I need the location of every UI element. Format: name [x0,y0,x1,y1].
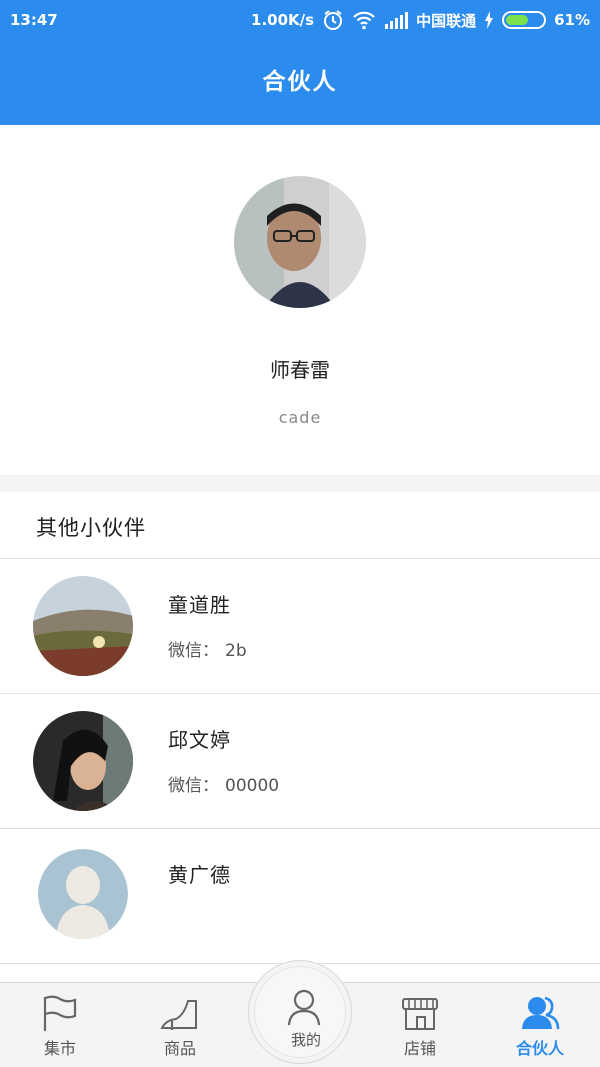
partner-avatar [33,711,133,811]
tab-goods[interactable]: 商品 [120,983,240,1067]
partner-avatar [33,576,133,676]
partner-row[interactable]: 黄广德 [0,829,600,964]
section-title: 其他小伙伴 [36,516,146,540]
partner-avatar [38,849,128,939]
my-profile-card: 师春雷 cade [0,125,600,475]
wechat-label: 微信： [168,641,219,661]
carrier-name: 中国联通 [416,11,477,30]
partner-row[interactable]: 邱文婷 微信： 00000 [0,694,600,829]
partner-wechat: 微信： 00000 [168,771,279,796]
status-time: 13:47 [10,11,58,29]
profile-avatar[interactable] [234,176,366,308]
wechat-value: 00000 [225,776,280,796]
partners-list: 其他小伙伴 童道胜 微信： 2b 邱文婷 微信： 00000 黄广德 [0,492,600,982]
partner-name: 邱文婷 [168,728,231,752]
tab-store[interactable]: 店铺 [360,983,480,1067]
status-bar: 13:47 1.00K/s 中国联通 61% [0,0,600,40]
partner-row[interactable]: 童道胜 微信： 2b [0,559,600,694]
tab-label: 合伙人 [515,1039,564,1058]
status-right: 1.00K/s 中国联通 61% [251,9,590,31]
flag-icon [40,995,80,1031]
tab-label: 商品 [163,1039,196,1058]
partners-icon [520,995,560,1031]
battery-percent: 61% [554,11,590,29]
profile-subtitle: cade [278,408,322,427]
tab-mine[interactable]: 我的 [248,960,352,1064]
tab-label: 集市 [43,1039,76,1058]
person-icon [287,989,325,1029]
tab-partners[interactable]: 合伙人 [480,983,600,1067]
tab-market[interactable]: 集市 [0,983,120,1067]
partner-wechat: 微信： 2b [168,636,247,661]
profile-name: 师春雷 [270,358,330,382]
app-header: 13:47 1.00K/s 中国联通 61% 合伙人 [0,0,600,125]
tab-label: 店铺 [403,1039,436,1058]
center-button-face: 我的 [254,966,346,1058]
battery-icon [502,11,547,29]
high-heel-icon [160,995,200,1031]
charging-icon [484,11,494,29]
tab-label: 我的 [290,1031,321,1049]
partner-name: 童道胜 [168,593,231,617]
store-icon [400,995,440,1031]
wechat-value: 2b [225,641,247,661]
net-speed: 1.00K/s [251,11,315,29]
wifi-icon [352,10,376,30]
signal-icon [384,11,409,29]
alarm-icon [322,9,344,31]
page-title: 合伙人 [262,69,338,95]
partner-name: 黄广德 [168,863,231,887]
wechat-label: 微信： [168,776,219,796]
